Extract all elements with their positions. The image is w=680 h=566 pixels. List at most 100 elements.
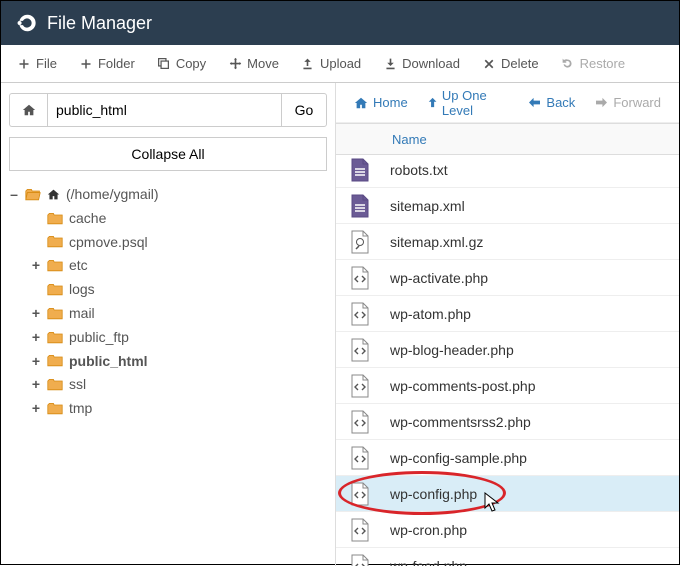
expand-toggle-icon[interactable]: +: [31, 254, 41, 278]
upload-button[interactable]: Upload: [291, 50, 371, 77]
main-toolbar: File Folder Copy Move Upload Download De…: [1, 45, 679, 83]
expand-toggle-icon[interactable]: +: [31, 326, 41, 350]
file-name: wp-config-sample.php: [390, 450, 527, 466]
tree-item[interactable]: + ssl: [31, 373, 327, 397]
tree-item-label: etc: [69, 254, 88, 278]
tree-item-label: cache: [69, 207, 106, 231]
file-name: wp-activate.php: [390, 270, 488, 286]
copy-icon: [157, 57, 171, 71]
file-name: wp-config.php: [390, 486, 477, 502]
folder-icon: [47, 259, 63, 273]
file-name: sitemap.xml.gz: [390, 234, 483, 250]
go-button[interactable]: Go: [281, 93, 327, 127]
nav-forward[interactable]: Forward: [587, 89, 669, 116]
nav-home[interactable]: Home: [346, 89, 416, 116]
file-row[interactable]: wp-config.php: [336, 476, 679, 512]
copy-button[interactable]: Copy: [147, 50, 216, 77]
tree-item[interactable]: + mail: [31, 302, 327, 326]
expand-toggle-icon[interactable]: +: [31, 302, 41, 326]
expand-toggle-icon[interactable]: +: [31, 397, 41, 421]
new-file-button[interactable]: File: [7, 50, 67, 77]
expand-toggle-icon[interactable]: +: [31, 350, 41, 374]
tree-item-label: ssl: [69, 373, 86, 397]
path-home-button[interactable]: [9, 93, 47, 127]
app-title: File Manager: [47, 13, 152, 34]
download-icon: [383, 57, 397, 71]
file-row[interactable]: wp-atom.php: [336, 296, 679, 332]
tree-root[interactable]: – (/home/ygmail): [9, 183, 327, 207]
forward-arrow-icon: [595, 97, 608, 108]
column-name[interactable]: Name: [392, 132, 427, 147]
home-icon: [354, 96, 368, 110]
restore-icon: [561, 57, 575, 71]
new-folder-button[interactable]: Folder: [69, 50, 145, 77]
plus-icon: [79, 57, 93, 71]
file-name: wp-comments-post.php: [390, 378, 536, 394]
file-name: wp-cron.php: [390, 522, 467, 538]
tree-item[interactable]: + etc: [31, 254, 327, 278]
delete-button[interactable]: Delete: [472, 50, 549, 77]
folder-icon: [47, 402, 63, 416]
file-list[interactable]: readme.htmlrobots.txtsitemap.xmlsitemap.…: [336, 155, 679, 566]
file-row[interactable]: wp-commentsrss2.php: [336, 404, 679, 440]
file-row[interactable]: wp-config-sample.php: [336, 440, 679, 476]
tree-item[interactable]: + tmp: [31, 397, 327, 421]
back-arrow-icon: [528, 97, 541, 108]
delete-icon: [482, 57, 496, 71]
tree-root-label: (/home/ygmail): [66, 183, 159, 207]
file-row[interactable]: wp-comments-post.php: [336, 368, 679, 404]
cpanel-logo-icon: [15, 12, 37, 34]
tree-item-label: public_ftp: [69, 326, 129, 350]
file-navbar: Home Up One Level Back Forward: [336, 83, 679, 123]
collapse-all-button[interactable]: Collapse All: [9, 137, 327, 171]
collapse-toggle-icon[interactable]: –: [9, 183, 19, 207]
path-bar: Go: [9, 93, 327, 127]
folder-icon: [47, 283, 63, 297]
file-name: wp-blog-header.php: [390, 342, 514, 358]
path-input[interactable]: [47, 93, 281, 127]
file-row[interactable]: sitemap.xml.gz: [336, 224, 679, 260]
file-list-header: Name: [336, 123, 679, 155]
file-row[interactable]: wp-cron.php: [336, 512, 679, 548]
nav-up[interactable]: Up One Level: [420, 83, 517, 124]
folder-icon: [47, 378, 63, 392]
tree-item-label: tmp: [69, 397, 92, 421]
nav-back[interactable]: Back: [520, 89, 583, 116]
app-header: File Manager: [1, 1, 679, 45]
file-name: robots.txt: [390, 162, 448, 178]
file-row[interactable]: wp-feed.php: [336, 548, 679, 566]
tree-item-label: public_html: [69, 350, 148, 374]
restore-button[interactable]: Restore: [551, 50, 636, 77]
tree-item[interactable]: logs: [31, 278, 327, 302]
home-icon: [22, 103, 36, 117]
expand-toggle-icon[interactable]: +: [31, 373, 41, 397]
tree-item[interactable]: + public_ftp: [31, 326, 327, 350]
plus-icon: [17, 57, 31, 71]
folder-open-icon: [25, 188, 41, 202]
tree-item-label: mail: [69, 302, 95, 326]
file-name: sitemap.xml: [390, 198, 465, 214]
tree-item[interactable]: + public_html: [31, 350, 327, 374]
file-row[interactable]: sitemap.xml: [336, 188, 679, 224]
move-button[interactable]: Move: [218, 50, 289, 77]
tree-item-label: cpmove.psql: [69, 231, 148, 255]
file-name: wp-atom.php: [390, 306, 471, 322]
tree-item[interactable]: cpmove.psql: [31, 231, 327, 255]
upload-icon: [301, 57, 315, 71]
file-name: wp-commentsrss2.php: [390, 414, 531, 430]
folder-tree: – (/home/ygmail) cachecpmove.psql + etclog…: [9, 183, 327, 421]
folder-icon: [47, 307, 63, 321]
folder-icon: [47, 331, 63, 345]
sidebar: Go Collapse All – (/home/ygmail) cachecp…: [1, 83, 336, 566]
file-row[interactable]: robots.txt: [336, 155, 679, 188]
file-row[interactable]: wp-blog-header.php: [336, 332, 679, 368]
file-panel: Home Up One Level Back Forward Name read…: [336, 83, 679, 566]
folder-icon: [47, 354, 63, 368]
download-button[interactable]: Download: [373, 50, 470, 77]
tree-item[interactable]: cache: [31, 207, 327, 231]
file-row[interactable]: wp-activate.php: [336, 260, 679, 296]
home-icon: [47, 188, 60, 201]
up-arrow-icon: [428, 96, 437, 109]
folder-icon: [47, 235, 63, 249]
move-icon: [228, 57, 242, 71]
